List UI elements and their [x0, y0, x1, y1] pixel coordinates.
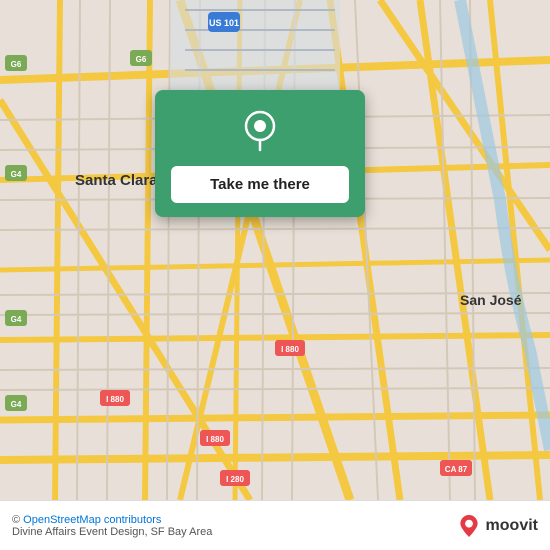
svg-text:G4: G4 — [11, 315, 22, 324]
svg-text:I 280: I 280 — [226, 475, 244, 484]
attribution-and-business: © OpenStreetMap contributors Divine Affa… — [12, 514, 458, 538]
svg-text:San José: San José — [460, 292, 522, 308]
bottom-bar: © OpenStreetMap contributors Divine Affa… — [0, 500, 550, 550]
svg-text:US 101: US 101 — [209, 18, 239, 28]
location-card: Take me there — [155, 90, 365, 217]
svg-text:G6: G6 — [11, 60, 22, 69]
business-name: Divine Affairs Event Design, SF Bay Area — [12, 526, 212, 538]
map-container: US 101 I 880 I 880 I 880 I 280 CA 87 G6 … — [0, 0, 550, 500]
map-background: US 101 I 880 I 880 I 880 I 280 CA 87 G6 … — [0, 0, 550, 500]
location-pin-icon — [238, 108, 282, 152]
svg-text:I 880: I 880 — [106, 395, 124, 404]
osm-link[interactable]: OpenStreetMap contributors — [23, 514, 161, 526]
svg-text:I 880: I 880 — [206, 435, 224, 444]
svg-text:CA 87: CA 87 — [445, 465, 468, 474]
svg-text:G4: G4 — [11, 400, 22, 409]
moovit-pin-icon — [458, 515, 480, 537]
svg-text:G6: G6 — [136, 55, 147, 64]
attribution-text: © OpenStreetMap contributors — [12, 514, 161, 526]
moovit-logo-text: moovit — [486, 517, 538, 535]
moovit-branding: moovit — [458, 515, 538, 537]
svg-text:I 880: I 880 — [281, 345, 299, 354]
take-me-there-button[interactable]: Take me there — [171, 166, 349, 203]
svg-text:Santa Clara: Santa Clara — [75, 172, 158, 189]
svg-text:G4: G4 — [11, 170, 22, 179]
